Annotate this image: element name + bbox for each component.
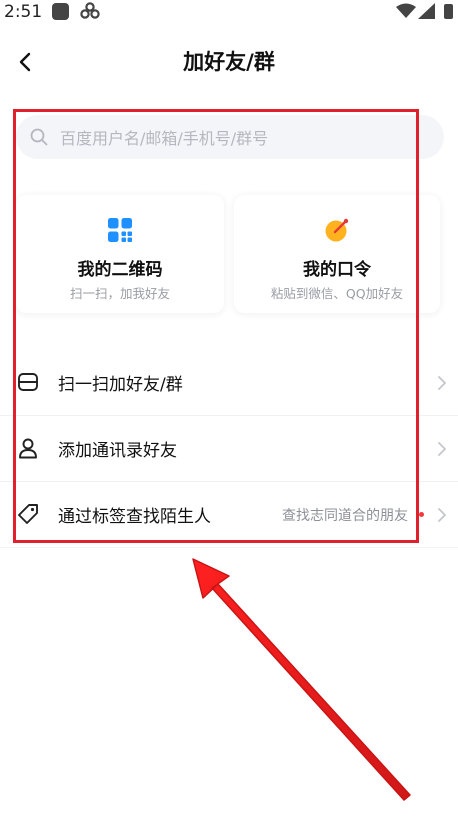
battery-icon [444,4,453,19]
list-item-label: 通过标签查找陌生人 [58,507,211,527]
list-item-contacts[interactable]: 添加通讯录好友 [0,416,458,482]
my-qr-code-card[interactable]: 我的二维码 扫一扫，加我好友 [16,195,224,313]
red-dot-badge [419,512,424,517]
status-time: 2:51 [4,2,43,22]
list-item-tag-search[interactable]: 通过标签查找陌生人 查找志同道合的朋友 [0,482,458,548]
scan-icon [18,373,38,391]
search-icon [30,128,48,150]
wifi-icon [396,3,416,23]
card-subtitle: 扫一扫，加我好友 [69,286,170,301]
clover-icon [80,2,100,25]
qr-code-icon [108,218,132,242]
list-item-label: 添加通讯录好友 [58,441,177,461]
list-item-label: 扫一扫加好友/群 [58,375,183,395]
chevron-right-icon [438,442,446,456]
list-item-hint: 查找志同道合的朋友 [282,508,408,524]
app-icon [52,3,69,20]
person-icon [19,438,37,459]
chevron-right-icon [438,508,446,522]
page-title: 加好友/群 [183,50,275,74]
status-bar: 2:51 [0,0,458,24]
signal-icon [418,3,436,23]
search-input[interactable] [58,115,432,161]
tag-icon [18,504,38,524]
chevron-right-icon [438,376,446,390]
list-item-scan[interactable]: 扫一扫加好友/群 [0,350,458,416]
header: 加好友/群 [0,36,458,86]
card-title: 我的口令 [303,260,371,280]
command-token-icon [325,218,349,242]
my-command-card[interactable]: 我的口令 粘贴到微信、QQ加好友 [234,195,440,313]
card-title: 我的二维码 [77,260,163,280]
card-subtitle: 粘贴到微信、QQ加好友 [270,286,404,301]
add-friend-options-list: 扫一扫加好友/群 添加通讯录好友 通过标签查找陌生人 查找志同道合的朋友 [0,350,458,548]
search-bar[interactable] [16,115,444,161]
